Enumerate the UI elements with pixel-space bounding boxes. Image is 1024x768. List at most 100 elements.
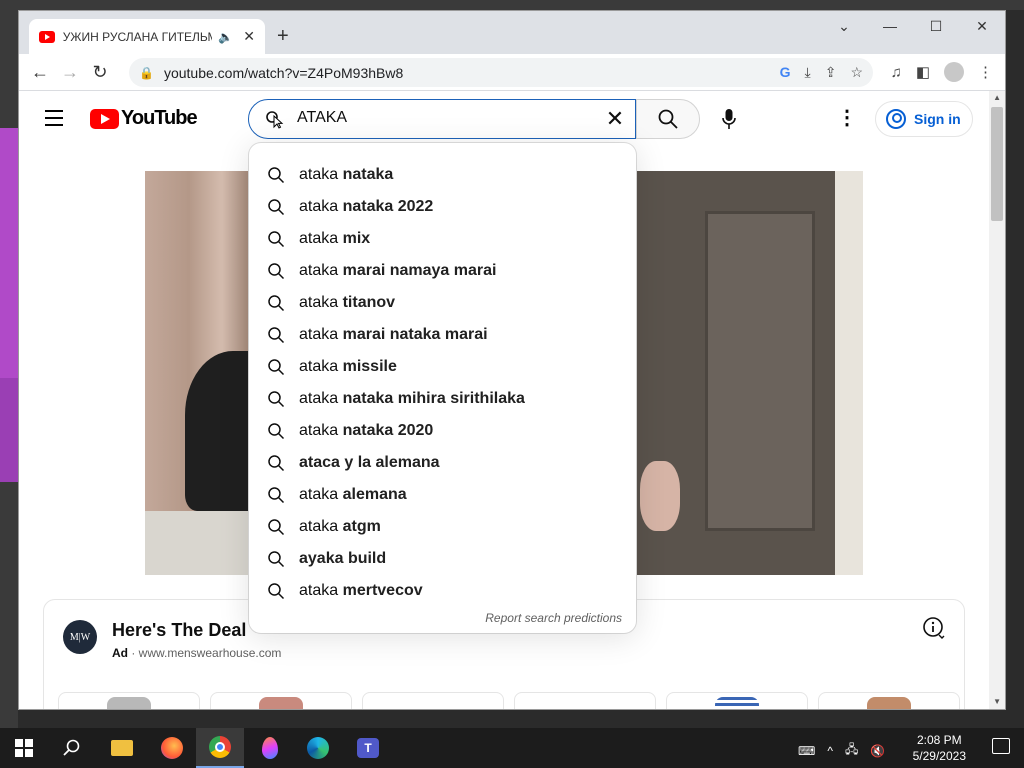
search-icon bbox=[268, 231, 285, 248]
ad-product-card[interactable] bbox=[818, 692, 960, 709]
maximize-button[interactable]: ☐ bbox=[913, 11, 959, 41]
forward-button[interactable]: → bbox=[55, 62, 85, 83]
install-app-icon[interactable]: ⤓ bbox=[805, 64, 811, 81]
network-icon[interactable]: 🖧 bbox=[845, 740, 858, 761]
youtube-logo[interactable]: YouTube bbox=[90, 107, 198, 130]
suggestion-prefix: ataka bbox=[299, 486, 343, 503]
lock-icon[interactable]: 🔒 bbox=[139, 66, 154, 80]
firefox-icon[interactable] bbox=[148, 728, 196, 768]
tab-search-button[interactable]: ⌄ bbox=[821, 11, 867, 41]
search-suggestion[interactable]: ataka mertvecov bbox=[249, 575, 636, 607]
clear-search-icon[interactable]: ✕ bbox=[601, 106, 629, 132]
windows-taskbar: T ⌨ ^ 🖧 🔇 2:08 PM 5/29/2023 bbox=[0, 728, 1024, 768]
media-controls-icon[interactable]: ♫ bbox=[891, 64, 902, 81]
chrome-icon[interactable] bbox=[196, 728, 244, 768]
minimize-button[interactable]: — bbox=[867, 11, 913, 41]
address-bar[interactable]: 🔒 youtube.com/watch?v=Z4PoM93hBw8 G ⤓ ⇪ … bbox=[129, 58, 873, 87]
scroll-up-arrow-icon[interactable]: ▲ bbox=[993, 93, 1001, 102]
scroll-down-arrow-icon[interactable]: ▼ bbox=[993, 697, 1001, 706]
ad-badge: Ad bbox=[112, 646, 128, 660]
bookmark-star-icon[interactable]: ☆ bbox=[850, 64, 863, 81]
close-window-button[interactable]: ✕ bbox=[959, 11, 1005, 41]
window-controls: ⌄ — ☐ ✕ bbox=[821, 11, 1005, 41]
search-suggestion[interactable]: ataka nataka bbox=[249, 159, 636, 191]
teams-icon[interactable]: T bbox=[344, 728, 392, 768]
paint-drop-icon[interactable] bbox=[246, 728, 294, 768]
search-icon bbox=[268, 391, 285, 408]
new-tab-button[interactable]: + bbox=[277, 25, 289, 48]
start-button[interactable] bbox=[0, 728, 48, 768]
search-suggestion[interactable]: ataka missile bbox=[249, 351, 636, 383]
search-suggestion[interactable]: ataka atgm bbox=[249, 511, 636, 543]
search-suggestion[interactable]: ataca y la alemana bbox=[249, 447, 636, 479]
notification-center-icon[interactable] bbox=[992, 738, 1010, 754]
tab-bar: УЖИН РУСЛАНА ГИТЕЛЬМАНА 🔈 ✕ + ⌄ — ☐ ✕ bbox=[19, 11, 1005, 54]
search-suggestions-dropdown: ataka nataka ataka nataka 2022 ataka mix at… bbox=[249, 143, 636, 633]
search-input[interactable]: ATAKA ✕ bbox=[248, 99, 636, 139]
show-hidden-icons-icon[interactable]: ^ bbox=[827, 744, 833, 758]
suggestion-completion: ayaka build bbox=[299, 550, 387, 567]
taskbar-clock[interactable]: 2:08 PM 5/29/2023 bbox=[913, 732, 966, 764]
search-suggestion[interactable]: ataka marai namaya marai bbox=[249, 255, 636, 287]
ad-product-card[interactable] bbox=[210, 692, 352, 709]
suggestion-prefix: ataka bbox=[299, 230, 343, 247]
ad-product-card[interactable] bbox=[514, 692, 656, 709]
back-button[interactable]: ← bbox=[25, 62, 55, 83]
video-scene-doorframe bbox=[835, 171, 863, 575]
ad-info-icon[interactable] bbox=[922, 616, 946, 640]
report-predictions-link[interactable]: Report search predictions bbox=[485, 611, 622, 625]
microphone-icon bbox=[722, 109, 736, 129]
taskbar-search-button[interactable] bbox=[48, 728, 96, 768]
volume-muted-icon[interactable]: 🔇 bbox=[870, 744, 885, 758]
search-suggestion[interactable]: ataka alemana bbox=[249, 479, 636, 511]
ad-separator: · bbox=[128, 646, 139, 660]
tab-title: УЖИН РУСЛАНА ГИТЕЛЬМАНА bbox=[62, 29, 213, 44]
search-suggestion[interactable]: ataka nataka mihira sirithilaka bbox=[249, 383, 636, 415]
search-suggestion[interactable]: ataka nataka 2020 bbox=[249, 415, 636, 447]
cursor-pointer-icon bbox=[266, 111, 284, 129]
search-suggestion[interactable]: ataka marai nataka marai bbox=[249, 319, 636, 351]
youtube-page: YouTube ATAKA ✕ ⋮ Sign in M|W Here's The… bbox=[19, 91, 991, 709]
reload-button[interactable]: ↻ bbox=[85, 62, 115, 83]
browser-menu-icon[interactable]: ⋮ bbox=[978, 63, 993, 81]
suggestion-completion: mix bbox=[342, 230, 371, 247]
more-options-icon[interactable]: ⋮ bbox=[835, 105, 859, 133]
url-text[interactable]: youtube.com/watch?v=Z4PoM93hBw8 bbox=[164, 65, 403, 81]
google-translate-icon[interactable]: G bbox=[780, 64, 791, 81]
ad-product-card[interactable] bbox=[362, 692, 504, 709]
side-panel-icon[interactable]: ◧ bbox=[916, 63, 930, 81]
search-suggestion[interactable]: ayaka build bbox=[249, 543, 636, 575]
suggestion-completion: nataka 2020 bbox=[342, 422, 434, 439]
ad-title[interactable]: Here's The Deal bbox=[112, 620, 246, 641]
ad-product-card[interactable] bbox=[58, 692, 200, 709]
search-button[interactable] bbox=[636, 99, 700, 139]
search-suggestion[interactable]: ataka titanov bbox=[249, 287, 636, 319]
search-suggestion[interactable]: ataka nataka 2022 bbox=[249, 191, 636, 223]
search-suggestion[interactable]: ataka mix bbox=[249, 223, 636, 255]
ad-domain[interactable]: www.menswearhouse.com bbox=[139, 646, 282, 660]
share-icon[interactable]: ⇪ bbox=[825, 64, 837, 81]
search-icon bbox=[268, 583, 285, 600]
search-icon bbox=[268, 519, 285, 536]
hamburger-menu-icon[interactable] bbox=[45, 110, 63, 131]
keyboard-icon[interactable]: ⌨ bbox=[798, 744, 815, 758]
scrollbar-thumb[interactable] bbox=[991, 107, 1003, 221]
sign-in-button[interactable]: Sign in bbox=[875, 101, 973, 137]
profile-avatar-icon[interactable] bbox=[944, 62, 964, 82]
search-value[interactable]: ATAKA bbox=[297, 109, 347, 127]
clock-time: 2:08 PM bbox=[916, 733, 962, 747]
tab-youtube[interactable]: УЖИН РУСЛАНА ГИТЕЛЬМАНА 🔈 ✕ bbox=[29, 19, 265, 54]
voice-search-button[interactable] bbox=[709, 99, 749, 139]
advertiser-logo[interactable]: M|W bbox=[63, 620, 97, 654]
video-scene-door bbox=[705, 211, 815, 531]
speaker-icon[interactable]: 🔈 bbox=[218, 30, 233, 44]
tab-close-button[interactable]: ✕ bbox=[243, 28, 255, 45]
suggestion-completion: nataka mihira sirithilaka bbox=[342, 390, 525, 407]
file-explorer-icon[interactable] bbox=[98, 728, 146, 768]
edge-icon[interactable] bbox=[294, 728, 342, 768]
suggestion-completion: ataca y la alemana bbox=[299, 454, 440, 471]
search-icon bbox=[268, 167, 285, 184]
ad-product-card[interactable] bbox=[666, 692, 808, 709]
search-icon bbox=[268, 487, 285, 504]
suggestion-completion: nataka bbox=[342, 166, 394, 183]
